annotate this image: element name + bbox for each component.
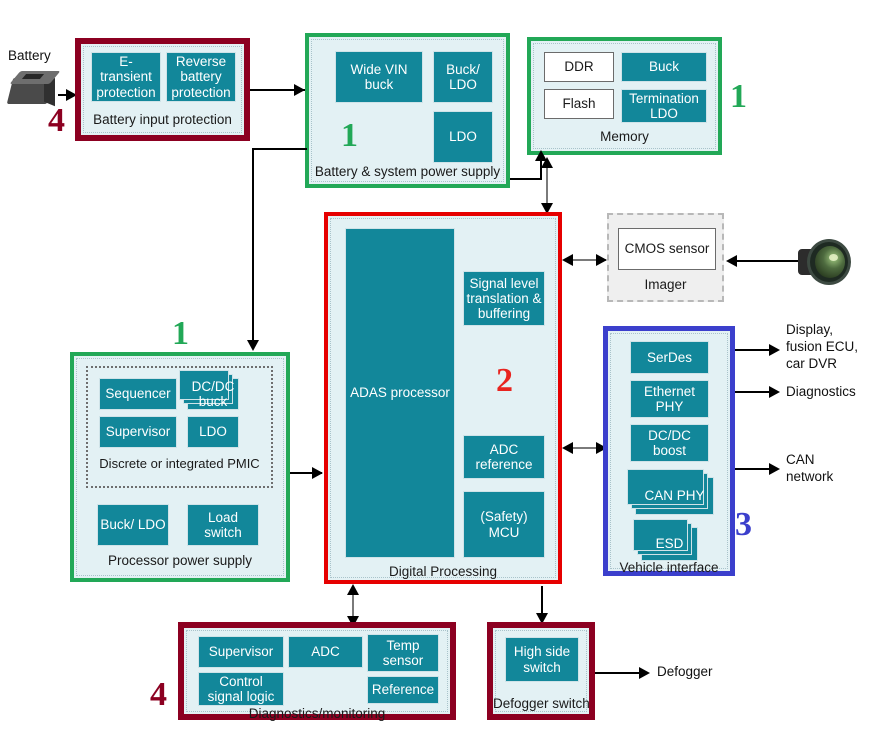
caption-imager: Imager <box>644 277 687 292</box>
block-supervisor[interactable]: Supervisor <box>198 636 284 668</box>
block-buck-ldo[interactable]: Buck/ LDO <box>97 504 169 546</box>
block-adas-processor[interactable]: ADAS processor <box>345 228 455 558</box>
group-battery-system-power-supply[interactable]: Wide VIN buck Buck/ LDO LDO 1 Battery & … <box>305 33 510 188</box>
numeral-digital-processing: 2 <box>496 362 513 399</box>
arrowhead-to-display-fusion <box>769 344 780 356</box>
caption-processor-power-supply: Processor power supply <box>107 553 253 568</box>
block-cmos-sensor[interactable]: CMOS sensor <box>618 228 716 270</box>
caption-memory: Memory <box>600 129 649 144</box>
numeral-battery-input-protection: 4 <box>48 102 65 139</box>
block-esd[interactable]: ESD <box>633 519 698 561</box>
endpoint-diagnostics: Diagnostics <box>786 384 856 399</box>
group-processor-power-supply[interactable]: Sequencer DC/DC buck Supervisor LDO Disc… <box>70 352 290 582</box>
caption-vehicle-interface: Vehicle interface <box>619 560 719 575</box>
block-ldo[interactable]: LDO <box>187 416 239 448</box>
group-battery-input-protection[interactable]: E-transient protection Reverse battery p… <box>75 38 250 141</box>
numeral-battery-system-power-supply: 1 <box>341 117 358 154</box>
diagram-canvas: Battery E-transient protection Reverse b… <box>0 0 889 732</box>
arrowhead-protection-to-power-supply <box>294 84 305 96</box>
caption-digital-processing: Digital Processing <box>388 564 498 579</box>
arrowhead-imager-left <box>562 254 573 266</box>
block-flash[interactable]: Flash <box>544 89 614 119</box>
arrowhead-camera-to-imager <box>726 255 737 267</box>
arrowhead-imager-right <box>596 254 607 266</box>
endpoint-can-network: CAN network <box>786 452 834 484</box>
numeral-vehicle-interface: 3 <box>735 506 752 543</box>
endpoint-display-fusion-ecu-car-dvr: Display, fusion ECU, car DVR <box>786 322 859 371</box>
block-sequencer[interactable]: Sequencer <box>99 378 177 410</box>
caption-discrete-or-integrated-pmic: Discrete or integrated PMIC <box>99 456 260 471</box>
block-ldo[interactable]: LDO <box>433 111 493 163</box>
arrowhead-vehicle-left <box>562 442 573 454</box>
group-memory[interactable]: DDR Buck Flash Termination LDO Memory <box>527 37 722 155</box>
block-safety-mcu[interactable]: (Safety) MCU <box>463 491 545 558</box>
block-adc[interactable]: ADC <box>288 636 363 668</box>
arrowhead-processor-supply-to-digital-processing <box>312 467 323 479</box>
caption-battery-system-power-supply: Battery & system power supply <box>314 164 501 179</box>
arrowhead-memory-up <box>541 157 553 168</box>
block-e-transient-protection[interactable]: E-transient protection <box>91 52 161 102</box>
block-wide-vin-buck[interactable]: Wide VIN buck <box>335 51 423 103</box>
connector-supply-to-processor-vertical <box>252 148 254 348</box>
block-dcdc-boost[interactable]: DC/DC boost <box>630 424 709 462</box>
connector-supply-to-processor-horizontal <box>252 148 307 150</box>
group-defogger-switch[interactable]: High side switch Defogger switch <box>487 622 595 720</box>
numeral-processor-power-supply: 1 <box>172 315 189 352</box>
block-high-side-switch[interactable]: High side switch <box>505 637 579 682</box>
block-control-signal-logic[interactable]: Control signal logic <box>198 672 284 706</box>
arrowhead-to-diagnostics <box>769 386 780 398</box>
block-buck-ldo[interactable]: Buck/ LDO <box>433 51 493 103</box>
arrowhead-to-defogger <box>639 667 650 679</box>
subgroup-discrete-or-integrated-pmic[interactable]: Sequencer DC/DC buck Supervisor LDO Disc… <box>86 366 273 488</box>
block-can-phy[interactable]: CAN PHY <box>627 469 714 515</box>
block-adc-reference[interactable]: ADC reference <box>463 435 545 479</box>
group-diagnostics-monitoring[interactable]: Supervisor ADC Temp sensor Control signa… <box>178 622 456 721</box>
block-buck[interactable]: Buck <box>621 52 707 82</box>
camera-lens-icon <box>798 237 858 289</box>
group-digital-processing[interactable]: ADAS processor Signal level translation … <box>324 212 562 584</box>
caption-diagnostics-monitoring: Diagnostics/monitoring <box>248 706 386 721</box>
battery-label: Battery <box>8 48 51 63</box>
block-reference[interactable]: Reference <box>367 676 439 704</box>
block-ddr[interactable]: DDR <box>544 52 614 82</box>
block-signal-level-translation-buffering[interactable]: Signal level translation & buffering <box>463 271 545 326</box>
block-ethernet-phy[interactable]: Ethernet PHY <box>630 380 709 418</box>
block-temp-sensor[interactable]: Temp sensor <box>367 634 439 672</box>
block-dcdc-buck[interactable]: DC/DC buck <box>179 370 239 410</box>
numeral-memory: 1 <box>730 78 747 115</box>
connector-camera-to-imager <box>730 260 798 262</box>
caption-defogger-switch: Defogger switch <box>493 696 590 711</box>
block-load-switch[interactable]: Load switch <box>187 504 259 546</box>
group-imager[interactable]: CMOS sensor Imager <box>607 213 724 302</box>
caption-battery-input-protection: Battery input protection <box>93 112 232 127</box>
connector-supply-to-memory-horizontal <box>510 178 542 180</box>
block-termination-ldo[interactable]: Termination LDO <box>621 89 707 123</box>
block-supervisor[interactable]: Supervisor <box>99 416 177 448</box>
arrowhead-to-can-network <box>769 463 780 475</box>
numeral-diagnostics-monitoring: 4 <box>150 676 167 713</box>
block-serdes[interactable]: SerDes <box>630 341 709 374</box>
arrowhead-diagnostics-up <box>347 584 359 595</box>
block-reverse-battery-protection[interactable]: Reverse battery protection <box>166 52 236 102</box>
group-vehicle-interface[interactable]: SerDes Ethernet PHY DC/DC boost CAN PHY … <box>603 326 735 576</box>
arrowhead-supply-to-processor <box>247 340 259 351</box>
endpoint-defogger: Defogger <box>657 664 713 679</box>
